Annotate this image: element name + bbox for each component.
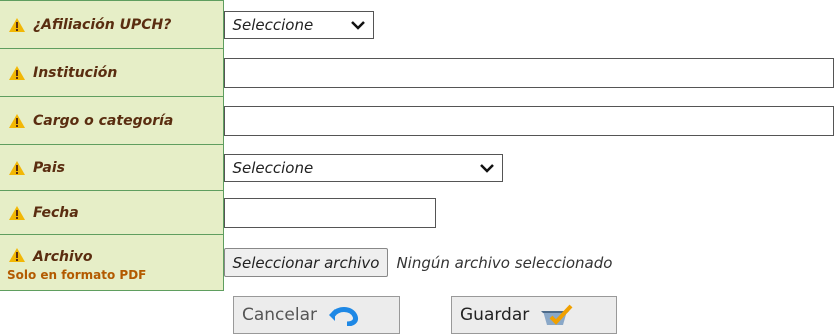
label-cell: Archivo Solo en formato PDF (0, 234, 224, 291)
row-cargo: Cargo o categoría (0, 96, 840, 145)
cancel-button[interactable]: Cancelar (233, 296, 400, 334)
select-file-button[interactable]: Seleccionar archivo (223, 248, 389, 277)
field-cell (223, 97, 840, 145)
field-cell: Seleccione (223, 145, 840, 191)
afiliacion-select[interactable]: Seleccione (223, 10, 374, 39)
cargo-input[interactable] (223, 105, 834, 136)
label-cell: Institución (0, 48, 224, 97)
field-cell: Seleccione (223, 1, 840, 49)
pais-select[interactable]: Seleccione (223, 153, 503, 182)
archivo-label: Archivo (33, 248, 93, 265)
warning-icon (9, 113, 25, 128)
file-upload: Seleccionar archivo Ningún archivo selec… (223, 248, 840, 277)
field-cell: Seleccionar archivo Ningún archivo selec… (223, 235, 840, 291)
label-cell: ¿Afiliación UPCH? (0, 0, 224, 49)
warning-icon (9, 65, 25, 80)
fecha-label: Fecha (33, 204, 79, 221)
cargo-label: Cargo o categoría (33, 112, 174, 129)
chevron-down-icon (350, 20, 365, 30)
pais-label: Pais (33, 159, 65, 176)
afiliacion-select-value: Seleccione (232, 15, 314, 34)
form-table: ¿Afiliación UPCH? Seleccione Institución… (0, 0, 840, 291)
archivo-sublabel: Solo en formato PDF (7, 267, 147, 282)
fecha-input[interactable] (223, 197, 436, 228)
field-cell (223, 49, 840, 97)
row-afiliacion: ¿Afiliación UPCH? Seleccione (0, 0, 840, 49)
cancel-label: Cancelar (242, 305, 317, 325)
file-status: Ningún archivo seleccionado (396, 253, 613, 272)
save-button[interactable]: Guardar (451, 296, 617, 334)
row-fecha: Fecha (0, 190, 840, 235)
warning-icon (9, 205, 25, 220)
save-icon (541, 304, 573, 325)
undo-icon (329, 307, 358, 326)
row-institucion: Institución (0, 48, 840, 97)
chevron-down-icon (479, 163, 494, 173)
institucion-label: Institución (33, 64, 118, 81)
label-cell: Cargo o categoría (0, 96, 224, 145)
warning-icon (9, 247, 25, 262)
warning-icon (9, 160, 25, 175)
label-cell: Pais (0, 144, 224, 191)
field-cell (223, 191, 840, 235)
save-label: Guardar (460, 305, 530, 325)
pais-select-value: Seleccione (232, 158, 314, 177)
row-pais: Pais Seleccione (0, 144, 840, 191)
label-cell: Fecha (0, 190, 224, 235)
warning-icon (9, 17, 25, 32)
institucion-input[interactable] (223, 57, 834, 88)
afiliacion-label: ¿Afiliación UPCH? (33, 16, 172, 33)
row-archivo: Archivo Solo en formato PDF Seleccionar … (0, 234, 840, 291)
